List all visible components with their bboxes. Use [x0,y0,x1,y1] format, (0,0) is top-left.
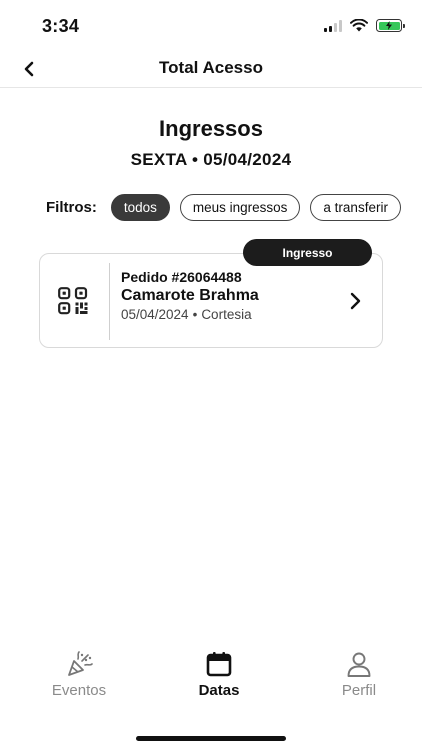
battery-charging-icon [376,19,405,32]
home-indicator [136,736,286,741]
order-number: Pedido #26064488 [121,269,242,285]
qr-code-icon [58,287,88,315]
tab-bar: Eventos Datas Perfil [0,650,422,710]
ticket-meta: 05/04/2024 • Cortesia [121,307,252,322]
nav-header: Total Acesso [0,52,422,88]
tab-label-eventos: Eventos [51,682,107,699]
page-title: Ingressos [159,116,263,141]
party-popper-icon [65,650,93,678]
status-bar: 3:34 [0,0,422,52]
filter-chip-a-transferir[interactable]: a transferir [310,193,401,221]
wifi-icon [350,19,368,32]
ticket-type: Cortesia [201,307,252,322]
tab-datas[interactable]: Datas [159,650,279,699]
filter-chip-meus-ingressos[interactable]: meus ingressos [179,193,301,221]
filter-bar: Filtros: todos meus ingressos a transfer… [46,193,422,221]
filters-label: Filtros: [46,198,97,216]
page-subtitle: SEXTA • 05/04/2024 [130,150,292,169]
chevron-right-icon [350,292,361,310]
tab-eventos[interactable]: Eventos [19,650,139,699]
status-time: 3:34 [42,16,80,36]
event-name: Camarote Brahma [121,287,259,304]
filter-chip-todos[interactable]: todos [110,193,170,221]
tab-label-perfil: Perfil [341,682,377,699]
tab-perfil[interactable]: Perfil [299,650,419,699]
header-title: Total Acesso [159,58,263,77]
ticket-card[interactable]: Pedido #26064488 Camarote Brahma 05/04/2… [39,253,383,348]
ticket-date: 05/04/2024 [121,307,189,322]
status-icons [324,19,405,32]
cellular-signal-icon [324,19,342,32]
person-icon [345,650,373,678]
tab-label-datas: Datas [198,682,240,699]
calendar-icon [205,650,233,678]
card-divider [109,263,110,340]
meta-separator: • [192,307,198,322]
ticket-type-badge: Ingresso [243,239,372,266]
